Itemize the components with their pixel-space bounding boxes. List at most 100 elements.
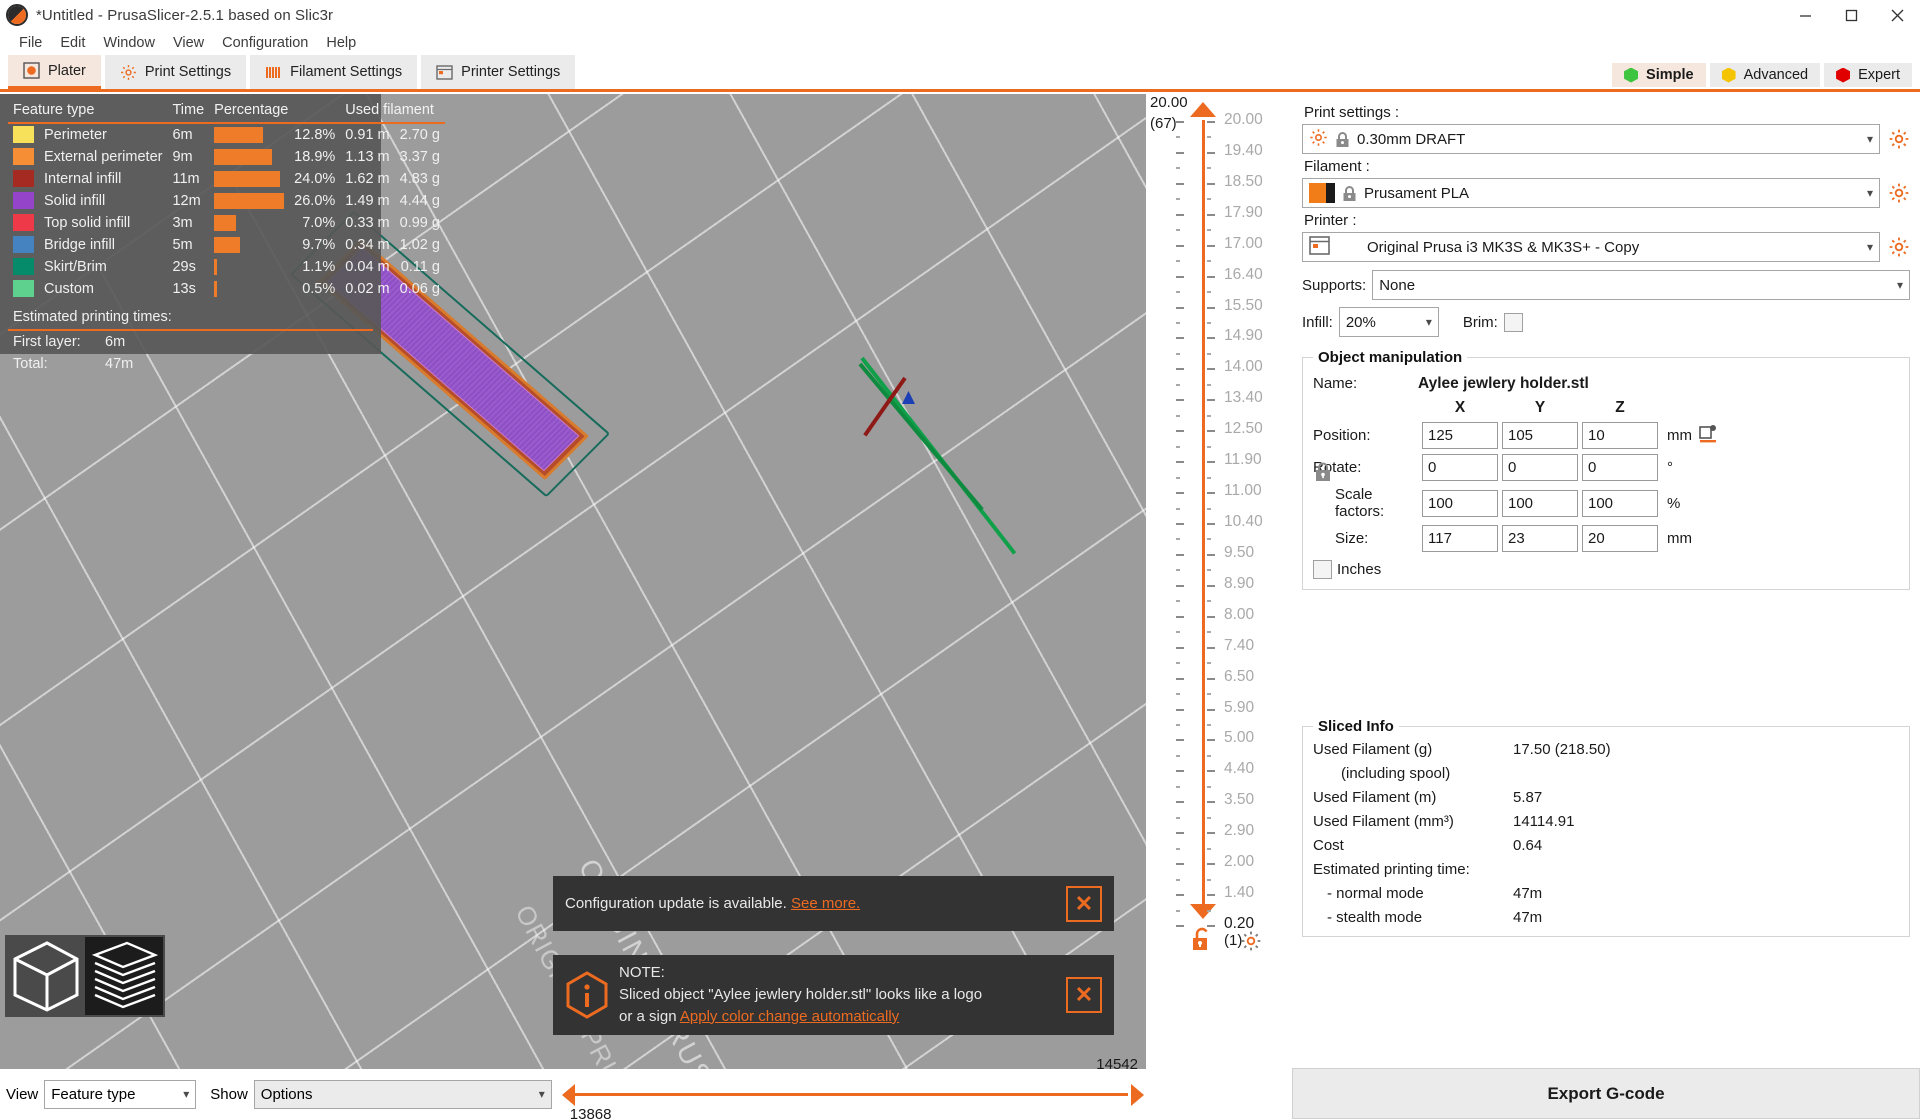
sliced-info-key: Used Filament (m) <box>1313 789 1513 806</box>
layer-slider-upper-handle[interactable] <box>1190 102 1216 117</box>
layer-tick: 16.40 <box>1176 277 1286 278</box>
view-combo[interactable]: Feature type ▾ <box>44 1080 196 1109</box>
filament-row: Prusament PLA ▾ <box>1302 178 1910 208</box>
legend-used-grams: 1.02 g <box>395 234 445 256</box>
print-settings-combo[interactable]: 0.30mm DRAFT ▾ <box>1302 124 1880 154</box>
tab-printer-settings[interactable]: Printer Settings <box>421 55 575 89</box>
filament-combo[interactable]: Prusament PLA ▾ <box>1302 178 1880 208</box>
menu-help[interactable]: Help <box>317 33 365 53</box>
legend-header-row: Feature type Time Percentage Used filame… <box>8 100 445 123</box>
menu-configuration[interactable]: Configuration <box>213 33 317 53</box>
legend-row[interactable]: Bridge infill5m9.7%0.34 m1.02 g <box>8 234 445 256</box>
close-button[interactable] <box>1874 0 1920 30</box>
tab-bar: Plater Print Settings <box>0 56 1920 92</box>
layer-slider-rail[interactable] <box>1202 120 1205 906</box>
minimize-button[interactable] <box>1782 0 1828 30</box>
infill-combo[interactable]: 20% ▾ <box>1339 307 1439 337</box>
drop-to-bed-icon[interactable] <box>1698 424 1718 448</box>
notification-note-body: Sliced object "Aylee jewlery holder.stl"… <box>619 984 982 1006</box>
scalefactors-x-input[interactable]: 100 <box>1422 490 1498 517</box>
position-x-input[interactable]: 125 <box>1422 422 1498 449</box>
bottom-toolbar: View Feature type ▾ Show Options ▾ 13868… <box>0 1069 1146 1119</box>
app-logo-icon <box>6 4 28 26</box>
legend-row[interactable]: Solid infill12m26.0%1.49 m4.44 g <box>8 190 445 212</box>
moves-slider-upper-handle[interactable] <box>1131 1084 1144 1106</box>
layers-icon[interactable] <box>85 937 163 1015</box>
position-z-input[interactable]: 10 <box>1582 422 1658 449</box>
layer-tick-label: 10.40 <box>1224 513 1263 531</box>
tab-plater[interactable]: Plater <box>8 55 101 89</box>
legend-percentage-bar <box>209 146 289 168</box>
layer-tick-label: 6.50 <box>1224 668 1254 686</box>
size-z-input[interactable]: 20 <box>1582 525 1658 552</box>
chevron-down-icon[interactable]: ▾ <box>1867 187 1873 199</box>
uniform-scale-lock-icon[interactable] <box>1314 461 1332 483</box>
scalefactors-z-input[interactable]: 100 <box>1582 490 1658 517</box>
moves-slider[interactable]: 13868 14542 <box>562 1069 1146 1119</box>
print-settings-value: 0.30mm DRAFT <box>1357 131 1465 148</box>
legend-time-value: 13s <box>167 278 209 300</box>
notification-note-body-2: or a sign <box>619 1008 680 1025</box>
filament-color-swatch-icon <box>1309 183 1335 203</box>
supports-combo[interactable]: None ▾ <box>1372 270 1910 300</box>
tab-print-settings[interactable]: Print Settings <box>105 55 246 89</box>
menu-file[interactable]: File <box>10 33 51 53</box>
layer-tick-label: 20.00 <box>1224 111 1263 129</box>
legend-row[interactable]: Top solid infill3m7.0%0.33 m0.99 g <box>8 212 445 234</box>
chevron-down-icon[interactable]: ▾ <box>1897 279 1903 291</box>
rotate-z-input[interactable]: 0 <box>1582 454 1658 481</box>
legend-percentage-bar <box>209 190 289 212</box>
export-gcode-button[interactable]: Export G-code <box>1292 1068 1920 1119</box>
legend-times-title: Estimated printing times: <box>8 306 373 331</box>
tab-filament-settings[interactable]: Filament Settings <box>250 55 417 89</box>
mode-simple-button[interactable]: Simple <box>1612 63 1706 87</box>
menu-edit[interactable]: Edit <box>51 33 94 53</box>
scalefactors-y-input[interactable]: 100 <box>1502 490 1578 517</box>
filament-edit-gear-icon[interactable] <box>1888 182 1910 204</box>
mode-advanced-button[interactable]: Advanced <box>1710 63 1821 87</box>
inches-checkbox[interactable] <box>1313 560 1332 579</box>
brim-checkbox[interactable] <box>1504 313 1523 332</box>
notification-note-close-icon[interactable]: ✕ <box>1066 977 1102 1013</box>
printer-edit-gear-icon[interactable] <box>1888 236 1910 258</box>
legend-percentage-bar <box>209 212 289 234</box>
rotate-x-input[interactable]: 0 <box>1422 454 1498 481</box>
see-more-link[interactable]: See more. <box>791 895 860 912</box>
printer-label: Printer : <box>1304 212 1910 229</box>
print-settings-edit-gear-icon[interactable] <box>1888 128 1910 150</box>
menu-view[interactable]: View <box>164 33 213 53</box>
chevron-down-icon[interactable]: ▾ <box>1867 241 1873 253</box>
sliced-info-key: - normal mode <box>1313 885 1513 902</box>
legend-time-value: 12m <box>167 190 209 212</box>
layer-tick: 5.00 <box>1176 740 1286 741</box>
show-combo[interactable]: Options ▾ <box>254 1080 552 1109</box>
legend-row[interactable]: External perimeter9m18.9%1.13 m3.37 g <box>8 146 445 168</box>
legend-time-value: 9m <box>167 146 209 168</box>
prusaslicer-window: *Untitled - PrusaSlicer-2.5.1 based on S… <box>0 0 1920 1119</box>
layer-slider[interactable]: 20.00 (67) 20.0019.4018.5017.9017.0016.4… <box>1146 94 1292 1119</box>
cube-icon[interactable] <box>7 937 85 1015</box>
size-x-input[interactable]: 117 <box>1422 525 1498 552</box>
mode-expert-button[interactable]: Expert <box>1824 63 1912 87</box>
size-y-input[interactable]: 23 <box>1502 525 1578 552</box>
legend-row[interactable]: Custom13s0.5%0.02 m0.06 g <box>8 278 445 300</box>
chevron-down-icon[interactable]: ▾ <box>175 1087 189 1101</box>
chevron-down-icon[interactable]: ▾ <box>1867 133 1873 145</box>
maximize-button[interactable] <box>1828 0 1874 30</box>
legend-row[interactable]: Perimeter6m12.8%0.91 m2.70 g <box>8 123 445 146</box>
apply-color-change-link[interactable]: Apply color change automatically <box>680 1008 899 1025</box>
printer-combo[interactable]: Original Prusa i3 MK3S & MK3S+ - Copy ▾ <box>1302 232 1880 262</box>
moves-slider-track[interactable] <box>572 1093 1128 1096</box>
axis-header-z: Z <box>1582 399 1658 417</box>
unlocked-icon[interactable] <box>1190 926 1214 952</box>
notification-config-close-icon[interactable]: ✕ <box>1066 886 1102 922</box>
moves-slider-lower-handle[interactable] <box>562 1084 575 1106</box>
legend-row[interactable]: Skirt/Brim29s1.1%0.04 m0.11 g <box>8 256 445 278</box>
chevron-down-icon[interactable]: ▾ <box>531 1087 545 1101</box>
menu-window[interactable]: Window <box>94 33 164 53</box>
rotate-y-input[interactable]: 0 <box>1502 454 1578 481</box>
legend-row[interactable]: Internal infill11m24.0%1.62 m4.83 g <box>8 168 445 190</box>
position-y-input[interactable]: 105 <box>1502 422 1578 449</box>
gear-icon[interactable] <box>1240 930 1262 952</box>
chevron-down-icon[interactable]: ▾ <box>1426 316 1432 328</box>
